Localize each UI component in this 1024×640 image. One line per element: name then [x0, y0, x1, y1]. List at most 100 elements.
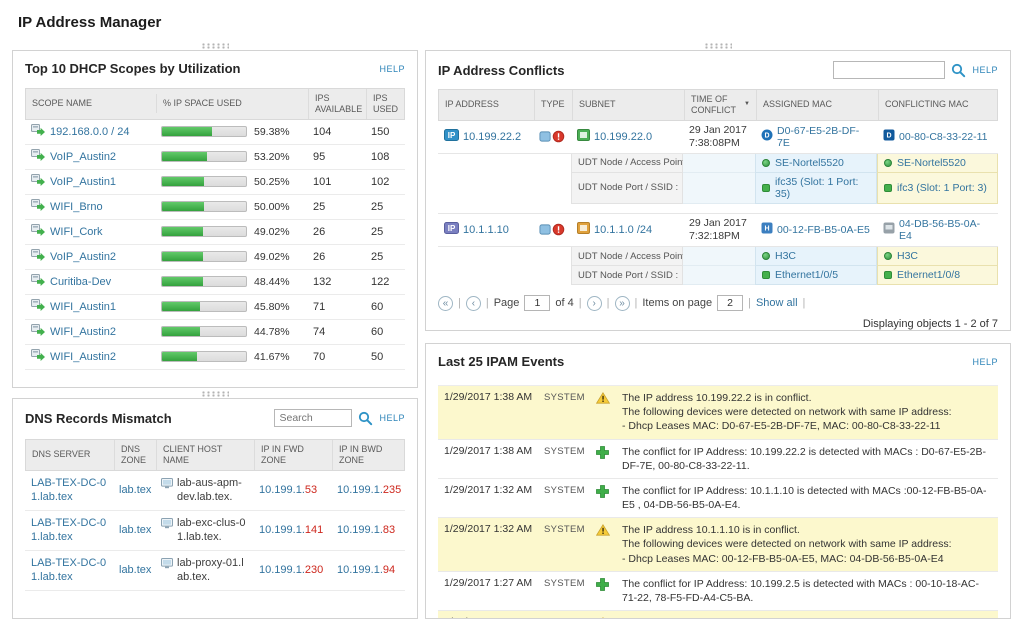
col-conflicting-mac[interactable]: CONFLICTING MAC — [878, 90, 997, 120]
col-ip-address[interactable]: IP ADDRESS — [439, 90, 534, 120]
show-all-link[interactable]: Show all — [756, 297, 798, 309]
table-row: LAB-TEX-DC-01.lab.tex lab.tex lab-exc-cl… — [25, 511, 405, 551]
dns-zone-link[interactable]: lab.tex — [119, 564, 151, 576]
panel-drag-handle[interactable] — [704, 43, 732, 49]
conflicting-port-link[interactable]: Ethernet1/0/8 — [897, 269, 960, 281]
dns-server-link[interactable]: LAB-TEX-DC-01.lab.tex — [31, 557, 106, 583]
page-title: IP Address Manager — [18, 14, 162, 31]
event-message: The conflict for IP Address: 10.199.22.2… — [622, 445, 986, 472]
assigned-port-link[interactable]: ifc35 (Slot: 1 Port: 35) — [775, 176, 870, 200]
utilization-bar — [161, 301, 247, 313]
dhcp-scopes-table: SCOPE NAME % IP SPACE USED IPS AVAILABLE… — [25, 88, 405, 370]
ip-bwd-zone: 10.199.1.94 — [337, 563, 396, 576]
port-icon — [762, 271, 770, 280]
conflict-ip-link[interactable]: 10.1.1.10 — [463, 224, 509, 236]
plus-icon — [596, 484, 622, 501]
ips-available-value: 104 — [313, 125, 332, 138]
conflicting-node-link[interactable]: SE-Nortel5520 — [897, 157, 966, 169]
scope-name-link[interactable]: Curitiba-Dev — [50, 276, 111, 288]
scope-name-link[interactable]: WIFI_Austin2 — [50, 351, 116, 363]
ips-used-value: 102 — [371, 175, 390, 188]
scope-name-link[interactable]: WIFI_Austin2 — [50, 326, 116, 338]
ips-available-value: 95 — [313, 150, 326, 163]
table-row: VoIP_Austin1 50.25% 101 102 — [25, 170, 405, 195]
warning-icon — [595, 391, 622, 407]
ips-used-value: 150 — [371, 125, 390, 138]
help-link[interactable]: HELP — [972, 357, 998, 367]
assigned-port-link[interactable]: Ethernet1/0/5 — [775, 269, 838, 281]
ip-bwd-zone: 10.199.1.83 — [337, 523, 396, 536]
search-input[interactable] — [274, 409, 353, 427]
col-assigned-mac[interactable]: ASSIGNED MAC — [756, 90, 878, 120]
assigned-node-link[interactable]: SE-Nortel5520 — [775, 157, 844, 169]
subnet-link[interactable]: 10.199.22.0 — [594, 131, 652, 143]
search-input[interactable] — [833, 61, 946, 79]
first-page-button[interactable]: « — [438, 295, 453, 311]
scope-name-link[interactable]: VoIP_Austin2 — [50, 151, 116, 163]
page-number-input[interactable] — [524, 295, 551, 312]
dns-zone-link[interactable]: lab.tex — [119, 524, 151, 536]
utilization-bar — [161, 351, 247, 363]
next-page-button[interactable]: › — [586, 295, 602, 311]
col-subnet[interactable]: SUBNET — [572, 90, 684, 120]
event-row: 1/29/2017 1:38 AM SYSTEM The conflict fo… — [438, 440, 998, 479]
warning-icon — [596, 616, 622, 618]
panel-drag-handle[interactable] — [201, 391, 229, 397]
utilization-bar — [161, 201, 247, 213]
vendor-dlink-icon: D — [883, 129, 895, 144]
help-link[interactable]: HELP — [972, 65, 998, 75]
event-timestamp: 1/29/2017 1:32 AM — [444, 483, 533, 496]
scope-name-link[interactable]: WIFI_Cork — [50, 226, 103, 238]
assigned-node-link[interactable]: H3C — [775, 250, 796, 262]
svg-text:IP: IP — [448, 131, 456, 140]
plus-icon — [596, 577, 622, 594]
help-link[interactable]: HELP — [379, 413, 405, 423]
conflicting-port-link[interactable]: ifc3 (Slot: 1 Port: 3) — [897, 182, 987, 194]
conflicting-node-link[interactable]: H3C — [897, 250, 918, 262]
utilization-percent: 44.78% — [254, 325, 290, 338]
event-source: SYSTEM — [544, 616, 596, 618]
event-source: SYSTEM — [544, 484, 585, 496]
dns-server-link[interactable]: LAB-TEX-DC-01.lab.tex — [31, 477, 106, 503]
panel-drag-handle[interactable] — [201, 43, 229, 49]
dns-table-header: DNS SERVER DNS ZONE CLIENT HOST NAME IP … — [25, 439, 405, 471]
col-time-of-conflict[interactable]: TIME OF CONFLICT ▼ — [684, 90, 756, 120]
scope-name-link[interactable]: WIFI_Austin1 — [50, 301, 116, 313]
search-icon[interactable] — [358, 411, 373, 426]
table-row: WIFI_Austin1 45.80% 71 60 — [25, 295, 405, 320]
conflicting-mac-link[interactable]: 00-80-C8-33-22-11 — [899, 131, 988, 143]
subnet-link[interactable]: 10.1.1.0 /24 — [594, 224, 652, 236]
dns-server-link[interactable]: LAB-TEX-DC-01.lab.tex — [31, 517, 106, 543]
col-ip-space-used: % IP SPACE USED — [156, 94, 308, 114]
dns-zone-link[interactable]: lab.tex — [119, 484, 151, 496]
help-link[interactable]: HELP — [379, 64, 405, 74]
ips-available-value: 74 — [313, 325, 326, 338]
conflict-subrow-node: UDT Node / Access Point: SE-Nortel5520 S… — [438, 153, 998, 173]
col-type[interactable]: TYPE — [534, 90, 572, 120]
scope-name-link[interactable]: 192.168.0.0 / 24 — [50, 126, 130, 138]
last-page-button[interactable]: » — [614, 295, 630, 311]
utilization-bar — [161, 176, 247, 188]
conflict-ip-link[interactable]: 10.199.22.2 — [463, 131, 521, 143]
search-icon[interactable] — [951, 63, 966, 78]
utilization-percent: 50.25% — [254, 175, 290, 188]
conflicts-table: IP ADDRESS TYPE SUBNET TIME OF CONFLICT ▼… — [438, 89, 998, 286]
prev-page-button[interactable]: ‹ — [465, 295, 481, 311]
utilization-bar — [161, 326, 247, 338]
items-per-page-input[interactable] — [717, 295, 744, 312]
subnet-icon — [577, 129, 590, 144]
host-computer-icon — [161, 556, 173, 573]
scope-name-link[interactable]: VoIP_Austin1 — [50, 176, 116, 188]
conflicting-mac-link[interactable]: 04-DB-56-B5-0A-E4 — [899, 218, 992, 242]
ip-fwd-zone: 10.199.1.141 — [259, 523, 324, 536]
event-message: The IP address 192.168.2.5 is in conflic… — [622, 616, 992, 618]
udt-node-label: UDT Node / Access Point: — [571, 247, 688, 267]
scope-name-link[interactable]: VoIP_Austin2 — [50, 251, 116, 263]
utilization-percent: 41.67% — [254, 350, 290, 363]
assigned-mac-link[interactable]: D0-67-E5-2B-DF-7E — [777, 125, 871, 149]
udt-port-label: UDT Node Port / SSID : — [571, 266, 683, 286]
scope-name-link[interactable]: WIFI_Brno — [50, 201, 103, 213]
conflicts-table-header: IP ADDRESS TYPE SUBNET TIME OF CONFLICT ▼… — [438, 89, 998, 121]
event-row: 1/29/2017 1:27 AM SYSTEM The conflict fo… — [438, 572, 998, 612]
assigned-mac-link[interactable]: 00-12-FB-B5-0A-E5 — [777, 224, 870, 236]
